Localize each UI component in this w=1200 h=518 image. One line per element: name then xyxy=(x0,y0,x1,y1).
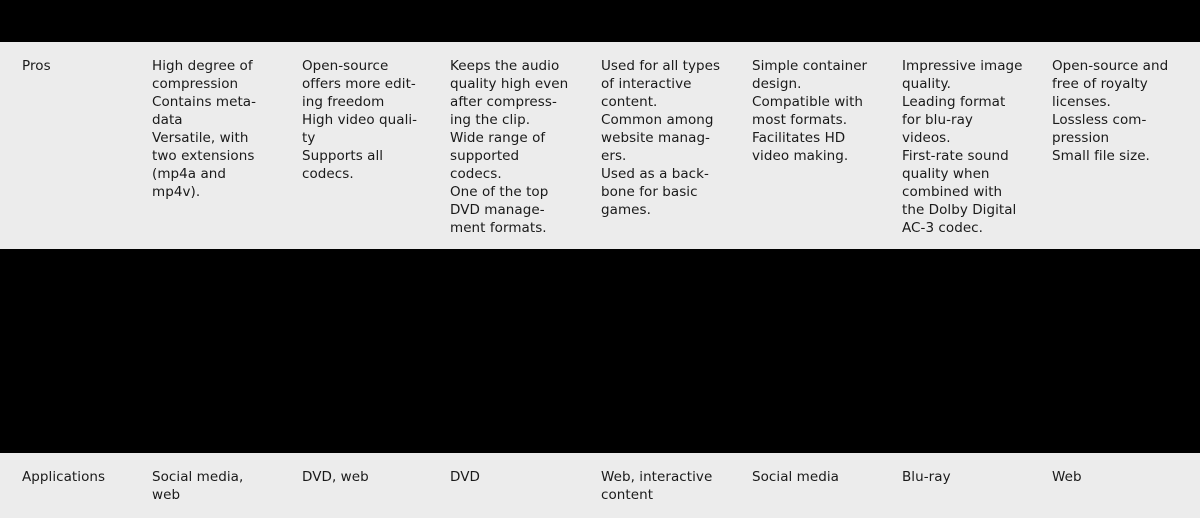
middle-separator-band xyxy=(0,249,1200,453)
applications-cell-mp4: Social media, web xyxy=(152,469,244,503)
pros-cell-webm: Used for all types of interactive conten… xyxy=(601,58,721,218)
row-header-applications: Applications xyxy=(22,469,106,485)
pros-cell-mov: Simple container design. Compatible with… xyxy=(752,58,868,164)
applications-cell-mkv: DVD, web xyxy=(302,469,369,485)
applications-cell-ogg: Web xyxy=(1052,469,1082,485)
row-header-pros: Pros xyxy=(22,58,51,74)
pros-cell-mpeg: Keeps the audio quality high even after … xyxy=(450,58,569,236)
applications-cell-mpeg: DVD xyxy=(450,469,480,485)
applications-row-panel: Applications Social media, web DVD, web … xyxy=(0,453,1200,518)
table-row: Applications Social media, web DVD, web … xyxy=(0,453,1200,518)
pros-cell-avchd: Impressive image quality. Leading format… xyxy=(902,58,1023,236)
applications-cell-webm: Web, interactive content xyxy=(601,469,713,503)
pros-cell-ogg: Open-source and free of royalty licenses… xyxy=(1052,58,1169,164)
pros-cell-mkv: Open-source offers more edit- ing freedo… xyxy=(302,58,418,182)
applications-cell-mov: Social media xyxy=(752,469,839,485)
applications-cell-avchd: Blu-ray xyxy=(902,469,951,485)
pros-row-panel: Pros High degree of compression Contains… xyxy=(0,42,1200,249)
table-row: Pros High degree of compression Contains… xyxy=(0,42,1200,249)
top-separator-band xyxy=(0,0,1200,42)
pros-cell-mp4: High degree of compression Contains meta… xyxy=(152,58,257,200)
